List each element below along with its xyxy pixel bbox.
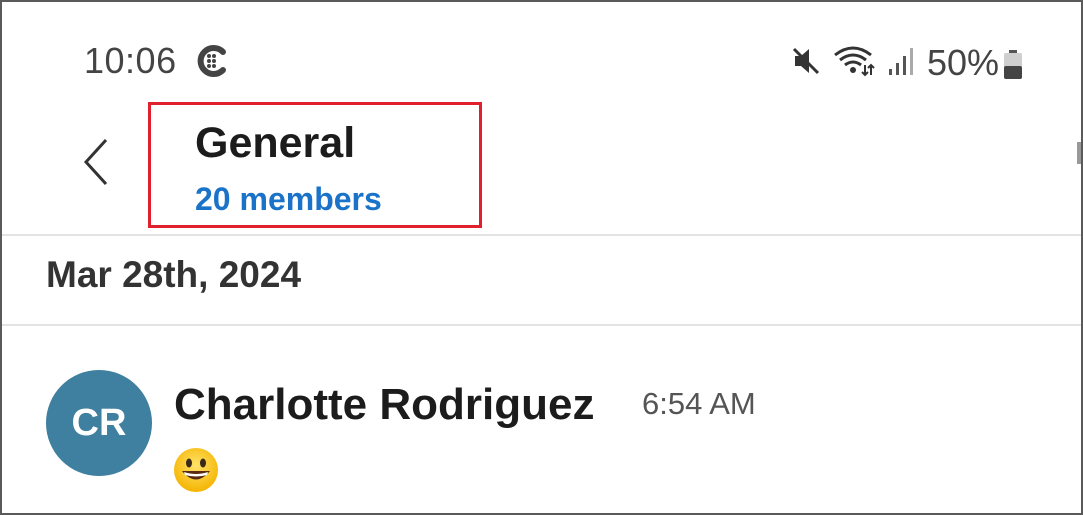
channel-title-area[interactable]: General 20 members (148, 102, 482, 228)
channel-title: General (195, 119, 356, 167)
message-sender[interactable]: Charlotte Rodriguez (174, 380, 594, 430)
status-bar: 10:06 50% (2, 2, 1081, 102)
mute-icon (791, 45, 821, 82)
battery-icon (1003, 50, 1023, 80)
wifi-icon (833, 45, 875, 82)
back-button[interactable] (74, 132, 124, 192)
status-icons: 50% (779, 42, 1023, 84)
avatar[interactable]: CR (46, 370, 152, 476)
message-item[interactable]: CR Charlotte Rodriguez 6:54 AM (2, 326, 1081, 513)
chevron-left-icon (83, 138, 108, 186)
edge-marker (1077, 142, 1081, 164)
channel-members-count[interactable]: 20 members (195, 181, 382, 218)
status-time: 10:06 (84, 40, 177, 81)
avatar-initials: CR (71, 401, 127, 444)
signal-icon (887, 45, 917, 82)
grinning-face-icon (172, 446, 220, 494)
message-time: 6:54 AM (642, 386, 756, 421)
app-notification-icon (196, 44, 228, 78)
date-divider: Mar 28th, 2024 (2, 236, 1081, 326)
battery-percent: 50% (926, 42, 999, 83)
channel-header: General 20 members (2, 102, 1081, 236)
app-frame: 10:06 50% General 20 members Mar 28th, 2… (0, 0, 1083, 515)
date-divider-label: Mar 28th, 2024 (46, 254, 302, 295)
